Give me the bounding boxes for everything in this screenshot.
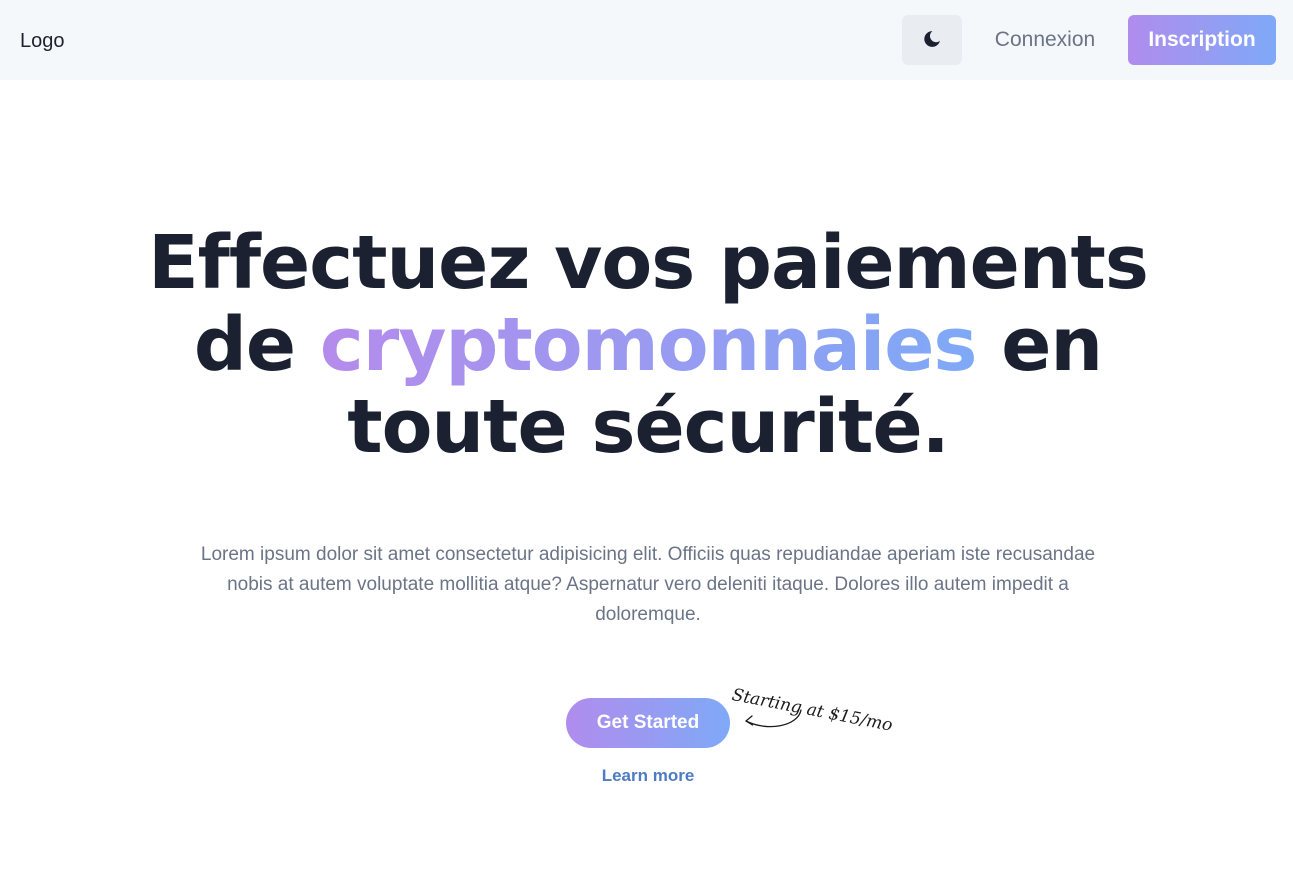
- signup-button[interactable]: Inscription: [1128, 15, 1276, 65]
- navbar: Logo Connexion Inscription: [0, 0, 1293, 80]
- hero-title-highlight: cryptomonnaies: [319, 302, 978, 388]
- hero-title: Effectuez vos paiements de cryptomonnaie…: [100, 222, 1196, 468]
- hero-subtitle: Lorem ipsum dolor sit amet consectetur a…: [200, 544, 1096, 625]
- theme-toggle-button[interactable]: [902, 15, 962, 65]
- logo[interactable]: Logo: [20, 29, 65, 53]
- learn-more-link[interactable]: Learn more: [568, 764, 728, 788]
- get-started-button[interactable]: Get Started: [566, 698, 730, 748]
- login-button[interactable]: Connexion: [975, 15, 1115, 65]
- curved-arrow-icon: [745, 709, 802, 728]
- moon-icon: [922, 29, 942, 52]
